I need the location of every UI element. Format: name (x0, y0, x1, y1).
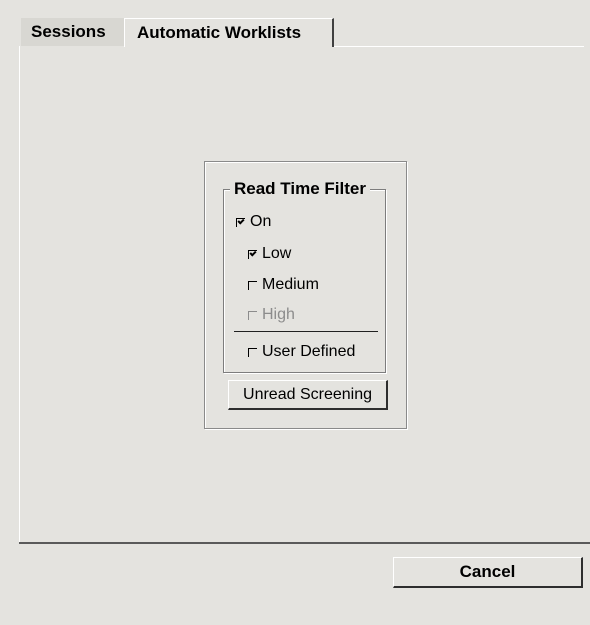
tab-automatic-worklists[interactable]: Automatic Worklists (124, 18, 334, 47)
medium-checkbox[interactable]: Medium (248, 275, 319, 295)
read-time-filter-title: Read Time Filter (230, 178, 370, 200)
checkbox-checked-icon (236, 217, 245, 227)
checkbox-disabled-icon (248, 310, 257, 320)
low-checkbox-label: Low (262, 245, 292, 262)
on-checkbox[interactable]: On (236, 212, 271, 232)
user-defined-checkbox-label: User Defined (262, 343, 356, 360)
checkbox-unchecked-icon (248, 280, 257, 290)
high-checkbox: High (248, 305, 295, 325)
unread-screening-button[interactable]: Unread Screening (228, 380, 388, 410)
medium-checkbox-label: Medium (262, 276, 319, 293)
user-defined-checkbox[interactable]: User Defined (248, 342, 355, 362)
low-checkbox[interactable]: Low (248, 244, 291, 264)
panel-bottom-border (19, 542, 590, 544)
filter-separator (234, 331, 378, 332)
checkbox-unchecked-icon (248, 347, 257, 357)
checkbox-checked-icon (248, 249, 257, 259)
cancel-button[interactable]: Cancel (393, 557, 583, 588)
on-checkbox-label: On (250, 213, 272, 230)
high-checkbox-label: High (262, 306, 295, 323)
tab-sessions[interactable]: Sessions (21, 18, 124, 46)
